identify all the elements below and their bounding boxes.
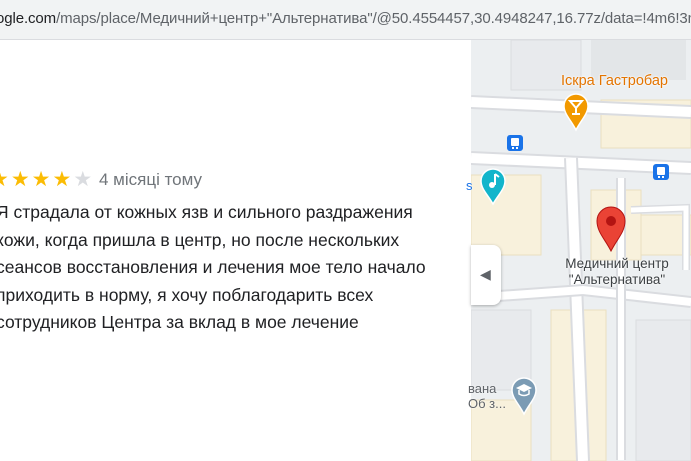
star-icon: ★ xyxy=(73,168,95,191)
review-line: кожи, когда пришла в центр, но после нес… xyxy=(0,229,400,250)
chevron-left-icon: ◀ xyxy=(480,266,491,282)
poi-label-partial[interactable]: s xyxy=(466,178,473,193)
poi-label-school[interactable]: вана Об з... xyxy=(468,381,506,411)
poi-label-line: вана xyxy=(468,381,497,396)
url-path: /maps/place/Медичний+центр+"Альтернатива… xyxy=(56,10,691,27)
review-panel: ★★★★★ 4 місяці тому Я страдала от кожных… xyxy=(0,40,471,461)
star-icon: ★ xyxy=(31,168,53,191)
url-text[interactable]: ogle.com/maps/place/Медичний+центр+"Альт… xyxy=(0,10,691,27)
place-label-line: "Альтернатива" xyxy=(568,272,666,287)
review-line: сотрудников Центра за вклад в мое лечени… xyxy=(0,312,359,332)
bus-stop-icon[interactable] xyxy=(507,135,523,151)
review-line: сеансов восстановления и лечения мое тел… xyxy=(0,257,426,277)
review-text: Я страдала от кожных язв и сильного разд… xyxy=(0,199,471,337)
poi-label-iskra[interactable]: Іскра Гастробар xyxy=(561,73,668,89)
collapse-panel-button[interactable]: ◀ xyxy=(471,245,501,305)
school-pin-icon[interactable] xyxy=(509,376,539,416)
location-pin-icon[interactable] xyxy=(595,205,627,253)
poi-label-line: Об з... xyxy=(468,396,506,411)
star-icon: ★ xyxy=(52,168,74,191)
music-pin-icon[interactable] xyxy=(479,168,507,206)
url-host: ogle.com xyxy=(0,10,57,27)
review-line: Я страдала от кожных язв и сильного разд… xyxy=(0,202,413,222)
place-label-line: Медичний центр xyxy=(565,256,669,271)
star-icon: ★ xyxy=(0,168,11,191)
place-label[interactable]: Медичний центр "Альтернатива" xyxy=(548,256,686,288)
star-rating: ★★★★★ xyxy=(0,168,94,192)
review-line: приходить в норму, я хочу поблагодарить … xyxy=(0,284,374,305)
review-date: 4 місяці тому xyxy=(99,170,203,189)
address-bar[interactable]: ogle.com/maps/place/Медичний+центр+"Альт… xyxy=(0,0,691,40)
star-icon: ★ xyxy=(10,168,32,191)
bus-stop-icon[interactable] xyxy=(653,164,669,180)
bar-pin-icon[interactable] xyxy=(561,92,591,132)
